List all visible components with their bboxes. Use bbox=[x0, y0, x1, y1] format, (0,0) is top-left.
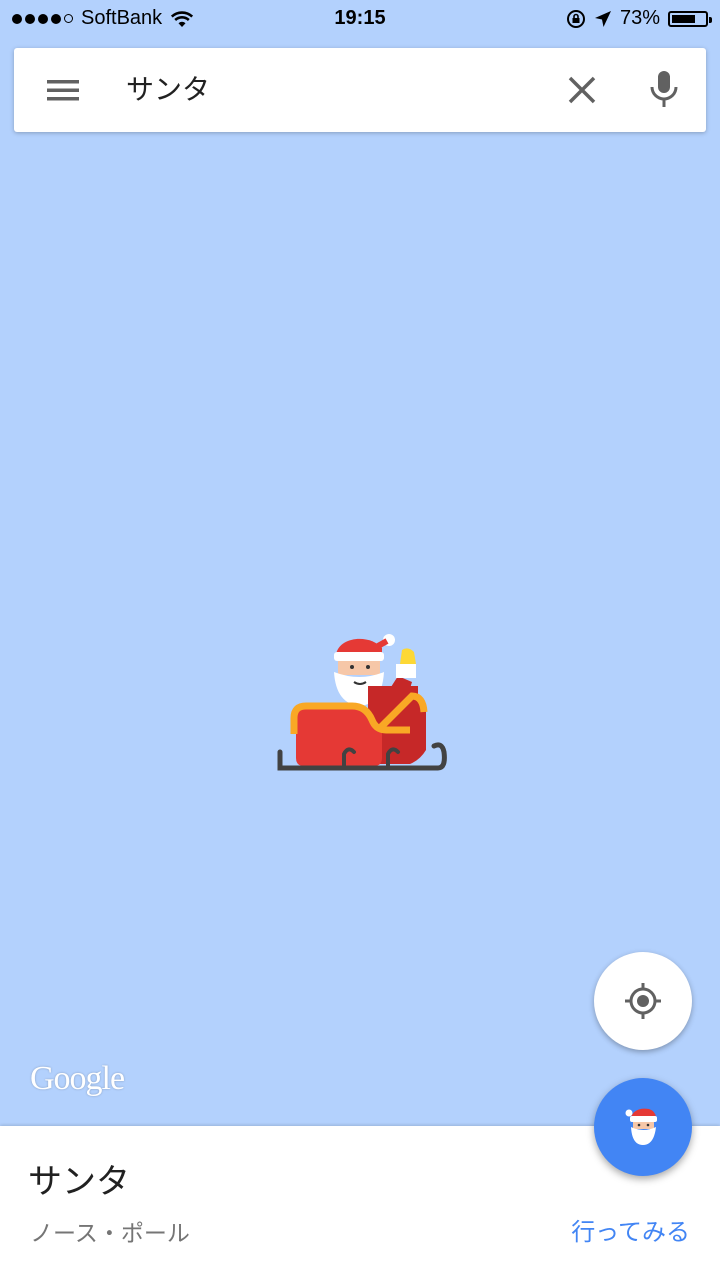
my-location-icon bbox=[625, 983, 661, 1019]
go-there-link[interactable]: 行ってみる bbox=[571, 1212, 690, 1247]
menu-button[interactable] bbox=[44, 70, 84, 110]
location-arrow-icon bbox=[594, 10, 611, 27]
status-right: 73% bbox=[566, 7, 712, 30]
battery-icon bbox=[668, 10, 712, 27]
battery-percent: 73% bbox=[619, 7, 660, 29]
santa-face-icon bbox=[625, 1108, 657, 1145]
voice-search-button[interactable] bbox=[644, 68, 684, 112]
search-bar: サンタ bbox=[14, 48, 706, 132]
search-input[interactable]: サンタ bbox=[126, 70, 210, 110]
close-icon bbox=[568, 76, 596, 104]
rotation-lock-icon bbox=[566, 9, 585, 28]
place-subtitle: ノース・ポール bbox=[30, 1221, 190, 1247]
santa-tracker-button[interactable] bbox=[594, 1078, 692, 1176]
place-title: サンタ bbox=[28, 1162, 130, 1202]
santa-sleigh-icon[interactable] bbox=[270, 626, 450, 776]
menu-icon bbox=[47, 80, 79, 101]
mic-icon bbox=[650, 71, 678, 107]
my-location-button[interactable] bbox=[594, 952, 692, 1050]
clear-search-button[interactable] bbox=[562, 70, 602, 110]
status-bar: SoftBank 19:15 73% bbox=[0, 0, 720, 40]
google-logo: Google bbox=[30, 1060, 125, 1097]
